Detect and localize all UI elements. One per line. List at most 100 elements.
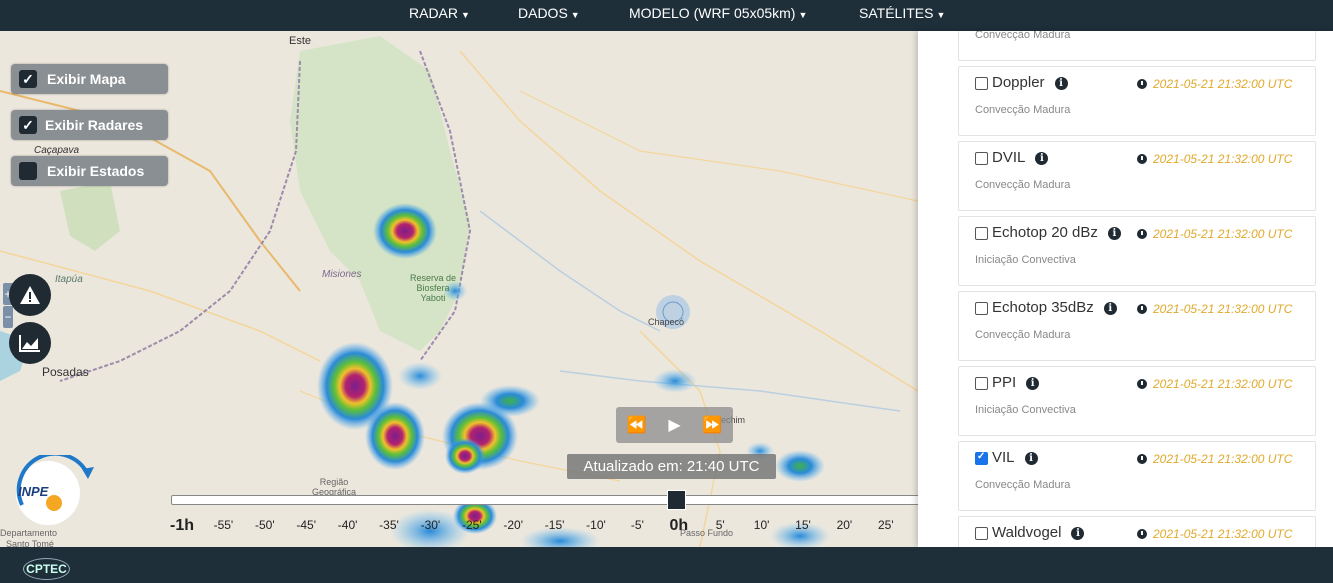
checkbox-checked-icon: ✓ <box>19 116 37 134</box>
info-icon[interactable]: i <box>1026 377 1040 390</box>
top-navbar: RADAR ▼ DADOS ▼ MODELO (WRF 05x05km) ▼ SATÉ… <box>0 0 1333 31</box>
clock-icon <box>1137 379 1147 389</box>
checkbox-checked-icon: ✓ <box>19 70 37 88</box>
show-states-toggle[interactable]: Exibir Estados <box>11 156 168 186</box>
inpe-logo: INPE <box>8 451 98 527</box>
product-checkbox[interactable] <box>975 227 988 240</box>
product-name: Waldvogel <box>992 524 1062 541</box>
warning-icon <box>20 286 40 304</box>
timeline-tick: -40' <box>337 518 358 532</box>
product-card: Echotop 35dBz i 2021-05-21 21:32:00 UTC C… <box>958 291 1316 361</box>
rewind-icon[interactable]: ⏪ <box>627 415 647 435</box>
product-time: 2021-05-21 21:32:00 UTC <box>1153 152 1293 166</box>
timeline-tick: 0h <box>669 517 689 534</box>
map-label: Caçapava <box>34 145 80 156</box>
map-label: Chapecó <box>648 317 685 327</box>
product-time: 2021-05-21 21:32:00 UTC <box>1153 527 1293 541</box>
timeline-tick: 25' <box>877 518 894 532</box>
zoom-out-button[interactable]: − <box>3 306 13 328</box>
product-category: Convecção Madura <box>975 179 1071 191</box>
product-checkbox[interactable] <box>975 527 988 540</box>
radar-echo <box>373 203 437 259</box>
nav-dados[interactable]: DADOS ▼ <box>518 0 580 31</box>
caret-down-icon: ▼ <box>798 10 808 20</box>
footer-bar <box>0 547 1333 583</box>
timeline-tick: -45' <box>296 518 317 532</box>
info-icon[interactable]: i <box>1024 452 1038 465</box>
product-time: 2021-05-21 21:32:00 UTC <box>1153 452 1293 466</box>
product-card: DVIL i 2021-05-21 21:32:00 UTC Convecção … <box>958 141 1316 211</box>
timeline-tick: -5' <box>630 518 644 532</box>
chart-button[interactable] <box>9 322 51 364</box>
timeline-tick: -30' <box>420 518 441 532</box>
map-label: Itapúa <box>55 274 83 285</box>
timeline-tick: -55' <box>213 518 234 532</box>
product-name: VIL <box>992 449 1015 466</box>
show-map-toggle[interactable]: ✓ Exibir Mapa <box>11 64 168 94</box>
timeline-tick: 10' <box>753 518 770 532</box>
product-checkbox[interactable] <box>975 377 988 390</box>
map-label: Misiones <box>322 269 362 280</box>
map-label-region: Região Geográfica <box>312 477 356 497</box>
clock-icon <box>1137 529 1147 539</box>
play-icon[interactable]: ▶ <box>668 415 680 435</box>
info-icon[interactable]: i <box>1071 527 1085 540</box>
product-time: 2021-05-21 21:32:00 UTC <box>1153 377 1293 391</box>
timeline-tick: -20' <box>503 518 524 532</box>
product-category: Iniciação Convectiva <box>975 254 1076 266</box>
clock-icon <box>1137 154 1147 164</box>
product-card: VIL i 2021-05-21 21:32:00 UTC Convecção M… <box>958 441 1316 511</box>
caret-down-icon: ▼ <box>936 10 946 20</box>
product-category: Iniciação Convectiva <box>975 404 1076 416</box>
timeline-tick: -35' <box>379 518 399 532</box>
updated-timestamp: Atualizado em: 21:40 UTC <box>567 454 776 479</box>
product-checkbox[interactable] <box>975 77 988 90</box>
nav-modelo[interactable]: MODELO (WRF 05x05km) ▼ <box>629 0 807 31</box>
timeline-slider[interactable] <box>171 495 933 505</box>
clock-icon <box>1137 304 1147 314</box>
product-time: 2021-05-21 21:32:00 UTC <box>1153 227 1293 241</box>
alert-button[interactable] <box>9 274 51 316</box>
product-category: Convecção Madura <box>975 104 1071 116</box>
info-icon[interactable]: i <box>1035 152 1049 165</box>
show-states-label: Exibir Estados <box>47 163 145 179</box>
map-label: Santo Tomé <box>6 539 54 547</box>
info-icon[interactable]: i <box>1107 227 1121 240</box>
timeline-handle[interactable] <box>667 490 686 510</box>
product-card: Waldvogel i 2021-05-21 21:32:00 UTC <box>958 516 1316 547</box>
timeline-tick: 5' <box>715 518 725 532</box>
nav-satelites[interactable]: SATÉLITES ▼ <box>859 0 945 31</box>
info-icon[interactable]: i <box>1054 77 1068 90</box>
nav-satelites-label: SATÉLITES <box>859 5 934 21</box>
product-checkbox[interactable] <box>975 451 988 465</box>
clock-icon <box>1137 454 1147 464</box>
map-canvas <box>0 36 918 547</box>
inpe-logo-text: INPE <box>18 484 49 499</box>
map-label: Departamento <box>0 528 58 538</box>
map-label: Posadas <box>42 365 89 379</box>
nav-radar-label: RADAR <box>409 5 459 21</box>
clock-icon <box>1137 229 1147 239</box>
product-name: PPI <box>992 374 1017 391</box>
product-name: DVIL <box>992 149 1026 166</box>
product-category: Convecção Madura <box>975 31 1071 41</box>
map-view[interactable]: Este Caçapava Itapúa Misiones Reserva de… <box>0 31 918 547</box>
product-checkbox[interactable] <box>975 302 988 315</box>
timeline-tick: 20' <box>836 518 853 532</box>
show-radars-toggle[interactable]: ✓ Exibir Radares <box>11 110 168 140</box>
product-checkbox[interactable] <box>975 152 988 165</box>
map-label: Biosfera <box>416 283 450 293</box>
product-card: Convecção Madura <box>958 31 1316 61</box>
product-time: 2021-05-21 21:32:00 UTC <box>1153 302 1293 316</box>
nav-radar[interactable]: RADAR ▼ <box>409 0 470 31</box>
map-label-reserve: Reserva de Biosfera Yaboti <box>410 273 456 303</box>
checkbox-empty-icon <box>19 162 37 180</box>
clock-icon <box>1137 79 1147 89</box>
info-icon[interactable]: i <box>1103 302 1117 315</box>
timeline-tick: 15' <box>795 518 811 532</box>
show-radars-label: Exibir Radares <box>45 117 144 133</box>
map-label: Este <box>289 35 312 47</box>
fast-forward-icon[interactable]: ⏩ <box>702 415 722 435</box>
product-time: 2021-05-21 21:32:00 UTC <box>1153 77 1293 91</box>
product-card: Echotop 20 dBz i 2021-05-21 21:32:00 UTC … <box>958 216 1316 286</box>
